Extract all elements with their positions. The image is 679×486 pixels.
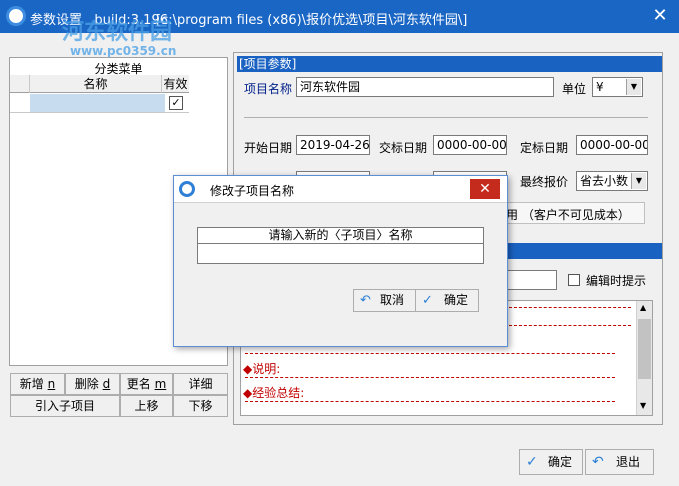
dialog-cancel-button[interactable]: ↶ 取消 (353, 289, 416, 312)
bid-date-label: 交标日期 (379, 141, 428, 155)
dialog-title-bar: 修改子项目名称 ✕ (174, 176, 507, 203)
project-params-header: [项目参数] (237, 56, 662, 72)
row-header-cell (10, 75, 30, 93)
checkmark-icon: ✓ (422, 293, 433, 308)
dashed-rule (245, 353, 615, 354)
valid-checkbox[interactable]: ✓ (169, 96, 183, 110)
dialog-cancel-label: 取消 (380, 293, 405, 307)
dashed-rule (509, 307, 631, 308)
dialog-prompt: 请输入新的〈子项目〉名称 (197, 227, 484, 244)
project-path: [c:\program files (x86)\报价优选\项目\河东软件园\] (156, 13, 468, 28)
delete-button-label: 删除 (74, 377, 99, 391)
dashed-rule (245, 401, 615, 402)
final-price-label: 最终报价 (520, 175, 569, 189)
add-button-label: 新增 (19, 377, 44, 391)
project-name-input[interactable]: 河东软件园 (296, 77, 554, 97)
award-date-input[interactable]: 0000-00-00 (576, 135, 648, 155)
scroll-thumb[interactable] (638, 319, 651, 379)
watermark-text: 河东软件园 (62, 20, 173, 45)
close-icon[interactable]: ✕ (470, 179, 500, 199)
rename-shortcut-key: m (154, 377, 167, 391)
dialog-title: 修改子项目名称 (210, 184, 295, 198)
unit-select[interactable]: ¥ ▼ (592, 77, 643, 97)
bid-date-input[interactable]: 0000-00-00 (433, 135, 507, 155)
app-logo-icon (179, 181, 195, 197)
delete-shortcut-key: d (102, 377, 111, 391)
note-label: ◆说明: (243, 362, 281, 376)
edit-hint-label: 编辑时提示 (586, 274, 647, 288)
award-date-label: 定标日期 (520, 141, 569, 155)
add-shortcut-key: n (47, 377, 56, 391)
move-down-button[interactable]: 下移 (173, 395, 228, 417)
column-header-name: 名称 (30, 75, 162, 93)
dialog-ok-button[interactable]: ✓ 确定 (415, 289, 479, 312)
summary-label: ◆经验总结: (243, 386, 305, 400)
rename-subproject-dialog: 修改子项目名称 ✕ 请输入新的〈子项目〉名称 ↶ 取消 ✓ 确定 (173, 175, 508, 347)
final-price-value: 省去小数 (580, 174, 629, 188)
selected-name-cell[interactable] (30, 94, 165, 112)
checkmark-icon: ✓ (171, 96, 181, 109)
dropdown-arrow-icon[interactable]: ▼ (626, 79, 641, 95)
start-date-label: 开始日期 (244, 141, 293, 155)
cost-option-box[interactable]: 用 （客户不可见成本） (495, 202, 645, 224)
cost-option-label: 用 （客户不可见成本） (506, 208, 630, 222)
detail-button[interactable]: 详细 (173, 373, 228, 395)
unit-value: ¥ (596, 80, 604, 94)
ok-button-label: 确定 (548, 455, 573, 469)
scroll-up-icon[interactable]: ▲ (640, 303, 646, 312)
dashed-rule (509, 325, 631, 326)
separator (244, 117, 648, 118)
new-name-input[interactable] (197, 243, 484, 264)
import-subproject-button[interactable]: 引入子项目 (10, 395, 120, 417)
start-date-input[interactable]: 2019-04-26 (296, 135, 370, 155)
undo-arrow-icon: ↶ (592, 454, 604, 470)
exit-button-label: 退出 (616, 455, 641, 469)
rename-button-label: 更名 (126, 377, 151, 391)
row-indicator (12, 96, 28, 110)
unit-label: 单位 (562, 82, 587, 96)
edit-hint-checkbox[interactable] (568, 274, 580, 286)
undo-arrow-icon: ↶ (360, 293, 371, 308)
app-logo-icon (6, 6, 26, 26)
dropdown-arrow-icon[interactable]: ▼ (631, 173, 646, 189)
move-up-button[interactable]: 上移 (120, 395, 173, 417)
checkmark-icon: ✓ (526, 454, 538, 470)
ok-button[interactable]: ✓ 确定 (519, 449, 583, 475)
exit-button[interactable]: ↶ 退出 (585, 449, 654, 475)
vertical-scrollbar[interactable]: ▲ ▼ (636, 301, 652, 415)
delete-button[interactable]: 删除 d (65, 373, 120, 395)
rename-button[interactable]: 更名 m (120, 373, 173, 395)
close-icon[interactable]: ✕ (648, 5, 672, 27)
dashed-rule (245, 377, 615, 378)
dialog-ok-label: 确定 (444, 293, 469, 307)
grid-header: 名称 有效 (10, 75, 189, 93)
final-price-select[interactable]: 省去小数 ▼ (576, 171, 648, 191)
watermark-url: www.pc0359.cn (70, 44, 177, 58)
column-header-valid: 有效 (163, 77, 188, 91)
add-button[interactable]: 新增 n (10, 373, 65, 395)
scroll-down-icon[interactable]: ▼ (640, 401, 646, 410)
project-name-label: 项目名称 (244, 82, 293, 96)
